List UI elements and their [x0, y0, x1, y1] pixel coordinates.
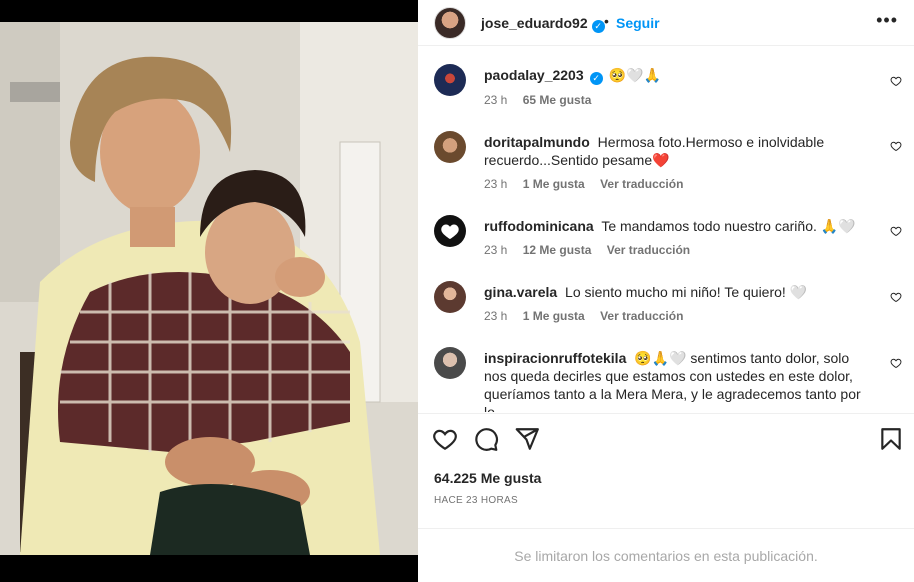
author-username[interactable]: jose_eduardo92 ✓	[481, 15, 605, 33]
comment-body: inspiracionruffotekila 🥺🙏🤍 sentimos tant…	[484, 349, 874, 412]
like-heart-icon[interactable]	[432, 426, 458, 452]
author-avatar[interactable]	[434, 7, 466, 39]
commenter-avatar[interactable]	[434, 215, 466, 247]
post-photo[interactable]	[0, 22, 418, 555]
comments-list: paodalay_2203 ✓ 🥺🤍🙏 23 h 65 Me gusta dorit…	[418, 47, 914, 412]
translate-link[interactable]: Ver traducción	[600, 309, 683, 323]
post-like-count[interactable]: 64.225 Me gusta	[434, 470, 541, 486]
comment-likes[interactable]: 12 Me gusta	[523, 243, 592, 257]
post-header: jose_eduardo92 ✓ • Seguir •••	[418, 0, 914, 46]
divider	[418, 528, 914, 529]
comment-time[interactable]: 23 h	[484, 243, 507, 257]
comment-meta: 23 h 12 Me gusta Ver traducción	[484, 243, 702, 257]
author-username-text[interactable]: jose_eduardo92	[481, 15, 588, 31]
photo-illustration	[0, 22, 418, 555]
heart-logo-icon	[441, 224, 459, 239]
commenter-avatar[interactable]	[434, 281, 466, 313]
comment-body: ruffodominicana Te mandamos todo nuestro…	[484, 217, 874, 235]
comment-meta: 23 h 1 Me gusta Ver traducción	[484, 309, 695, 323]
comment-bubble-icon[interactable]	[473, 426, 499, 452]
commenter-avatar[interactable]	[434, 347, 466, 379]
save-bookmark-icon[interactable]	[878, 426, 904, 452]
commenter-username[interactable]: ruffodominicana	[484, 218, 594, 234]
more-options-icon[interactable]: •••	[876, 10, 898, 31]
photo-panel	[0, 0, 418, 582]
post-actions	[418, 424, 914, 456]
commenter-username[interactable]: inspiracionruffotekila	[484, 350, 626, 366]
commenter-avatar[interactable]	[434, 131, 466, 163]
divider	[418, 413, 914, 414]
comment-meta: 23 h 1 Me gusta Ver traducción	[484, 177, 695, 191]
comment-time[interactable]: 23 h	[484, 93, 507, 107]
follow-button[interactable]: Seguir	[616, 15, 660, 31]
comment-time[interactable]: 23 h	[484, 177, 507, 191]
translate-link[interactable]: Ver traducción	[607, 243, 690, 257]
verified-badge-icon: ✓	[591, 20, 605, 33]
like-comment-heart-icon[interactable]	[890, 140, 902, 152]
like-comment-heart-icon[interactable]	[890, 225, 902, 237]
comment-text: Lo siento mucho mi niño! Te quiero! 🤍	[565, 284, 808, 300]
share-paper-plane-icon[interactable]	[514, 426, 540, 452]
comment-meta: 23 h 65 Me gusta	[484, 93, 603, 107]
comment-body: gina.varela Lo siento mucho mi niño! Te …	[484, 283, 874, 301]
comment-body: paodalay_2203 ✓ 🥺🤍🙏	[484, 66, 874, 85]
commenter-avatar[interactable]	[434, 64, 466, 96]
commenter-username[interactable]: doritapalmundo	[484, 134, 590, 150]
comment-body: doritapalmundo Hermosa foto.Hermoso e in…	[484, 133, 874, 169]
like-comment-heart-icon[interactable]	[890, 75, 902, 87]
verified-badge-icon: ✓	[589, 72, 603, 85]
commenter-username[interactable]: gina.varela	[484, 284, 557, 300]
like-comment-heart-icon[interactable]	[890, 357, 902, 369]
translate-link[interactable]: Ver traducción	[600, 177, 683, 191]
commenter-username[interactable]: paodalay_2203	[484, 67, 584, 83]
comment-text: Te mandamos todo nuestro cariño. 🙏🤍	[601, 218, 856, 234]
separator-dot: •	[604, 13, 609, 29]
comment-likes[interactable]: 1 Me gusta	[523, 177, 585, 191]
post-side-panel: jose_eduardo92 ✓ • Seguir ••• paodalay_22…	[418, 0, 914, 582]
comment-likes[interactable]: 65 Me gusta	[523, 93, 592, 107]
post-timestamp[interactable]: HACE 23 HORAS	[434, 495, 518, 506]
comments-limited-notice: Se limitaron los comentarios en esta pub…	[514, 548, 818, 564]
comment-time[interactable]: 23 h	[484, 309, 507, 323]
like-comment-heart-icon[interactable]	[890, 291, 902, 303]
comment-text: 🥺🤍🙏	[608, 67, 661, 83]
comment-likes[interactable]: 1 Me gusta	[523, 309, 585, 323]
